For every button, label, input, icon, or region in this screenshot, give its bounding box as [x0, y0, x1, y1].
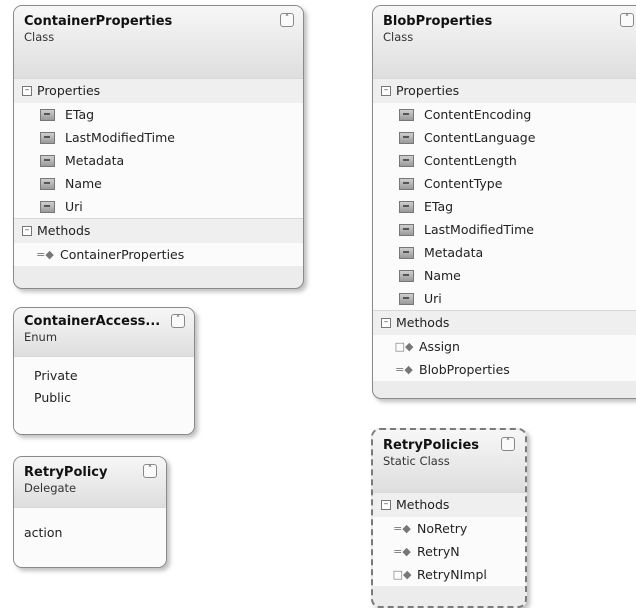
property-icon: [40, 200, 55, 213]
property-icon: [40, 108, 55, 121]
method-icon: □◆: [394, 340, 414, 353]
class-title: RetryPolicy: [24, 465, 108, 480]
class-title: ContainerAccess...: [24, 314, 161, 329]
property-icon: [40, 154, 55, 167]
container-properties-class[interactable]: ContainerProperties Class ˄ – Properties…: [13, 5, 304, 289]
container-access-enum[interactable]: ContainerAccess... Enum ˄ Private Public: [13, 307, 195, 435]
method-item[interactable]: □◆ Assign: [373, 335, 636, 358]
method-item[interactable]: □◆ RetryNImpl: [373, 563, 525, 586]
properties-section-header[interactable]: – Properties: [373, 78, 636, 103]
method-item[interactable]: =◆ NoRetry: [373, 517, 525, 540]
property-icon: [399, 177, 414, 190]
property-item[interactable]: ContentType: [373, 172, 636, 195]
collapse-icon[interactable]: ˄: [171, 314, 185, 328]
method-icon: =◆: [395, 363, 413, 376]
class-kind: Class: [24, 30, 55, 44]
property-item[interactable]: LastModifiedTime: [14, 126, 303, 149]
methods-section-header[interactable]: – Methods: [373, 310, 636, 335]
property-item[interactable]: ContentEncoding: [373, 103, 636, 126]
minus-box-icon[interactable]: –: [22, 226, 32, 236]
property-icon: [399, 223, 414, 236]
property-item[interactable]: Name: [14, 172, 303, 195]
property-icon: [399, 246, 414, 259]
retry-policy-delegate[interactable]: RetryPolicy Delegate ˄ action: [13, 456, 167, 568]
property-item[interactable]: ETag: [373, 195, 636, 218]
property-icon: [399, 131, 414, 144]
section-label: Methods: [396, 497, 450, 512]
minus-box-icon[interactable]: –: [381, 500, 391, 510]
method-icon: =◆: [393, 522, 411, 535]
method-icon: □◆: [392, 568, 412, 581]
properties-section-header[interactable]: – Properties: [14, 78, 303, 103]
method-item[interactable]: =◆ BlobProperties: [373, 358, 636, 381]
collapse-icon[interactable]: ˄: [501, 437, 515, 451]
enum-value[interactable]: Public: [14, 387, 194, 409]
collapse-icon[interactable]: ˄: [280, 13, 294, 27]
property-item[interactable]: ContentLength: [373, 149, 636, 172]
method-item[interactable]: =◆ RetryN: [373, 540, 525, 563]
method-icon: =◆: [36, 248, 54, 261]
delegate-parameter[interactable]: action: [14, 522, 166, 544]
minus-box-icon[interactable]: –: [381, 318, 391, 328]
property-item[interactable]: Uri: [14, 195, 303, 218]
property-icon: [399, 200, 414, 213]
section-label: Properties: [37, 83, 101, 98]
methods-section-header[interactable]: – Methods: [14, 218, 303, 243]
property-item[interactable]: LastModifiedTime: [373, 218, 636, 241]
section-label: Methods: [396, 315, 450, 330]
method-icon: =◆: [393, 545, 411, 558]
class-title: ContainerProperties: [24, 14, 173, 29]
section-label: Properties: [396, 83, 460, 98]
class-kind: Enum: [24, 330, 58, 344]
class-kind: Class: [383, 30, 414, 44]
property-item[interactable]: Uri: [373, 287, 636, 310]
class-title: BlobProperties: [383, 14, 493, 29]
collapse-icon[interactable]: ˄: [620, 13, 634, 27]
property-icon: [399, 154, 414, 167]
class-kind: Static Class: [383, 454, 450, 468]
method-item[interactable]: =◆ ContainerProperties: [14, 243, 303, 266]
methods-section-header[interactable]: – Methods: [373, 492, 525, 517]
blob-properties-class[interactable]: BlobProperties Class ˄ – Properties Cont…: [372, 5, 636, 399]
retry-policies-static-class[interactable]: RetryPolicies Static Class ˄ – Methods =…: [371, 428, 527, 608]
minus-box-icon[interactable]: –: [381, 86, 391, 96]
section-label: Methods: [37, 223, 91, 238]
minus-box-icon[interactable]: –: [22, 86, 32, 96]
enum-value[interactable]: Private: [14, 365, 194, 387]
property-icon: [399, 269, 414, 282]
property-icon: [40, 131, 55, 144]
property-icon: [399, 108, 414, 121]
property-item[interactable]: ContentLanguage: [373, 126, 636, 149]
property-item[interactable]: Name: [373, 264, 636, 287]
property-item[interactable]: Metadata: [373, 241, 636, 264]
class-title: RetryPolicies: [383, 438, 480, 453]
class-kind: Delegate: [24, 481, 77, 495]
property-item[interactable]: Metadata: [14, 149, 303, 172]
property-item[interactable]: ETag: [14, 103, 303, 126]
property-icon: [399, 292, 414, 305]
property-icon: [40, 177, 55, 190]
collapse-icon[interactable]: ˄: [143, 464, 157, 478]
